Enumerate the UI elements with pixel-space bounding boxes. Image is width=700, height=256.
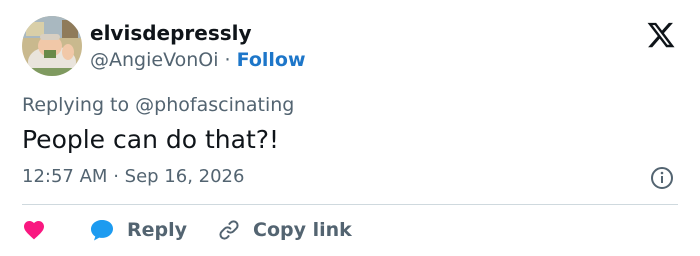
- follow-button[interactable]: Follow: [237, 49, 306, 71]
- reply-label: Reply: [127, 219, 188, 241]
- copy-link-label: Copy link: [253, 219, 352, 241]
- reply-button[interactable]: Reply: [89, 218, 187, 242]
- display-name[interactable]: elvisdepressly: [90, 20, 252, 46]
- tweet-card: elvisdepressly @AngieVonOi · Follow Repl…: [0, 0, 700, 256]
- action-bar: Reply Copy link: [22, 214, 352, 246]
- timestamp[interactable]: 12:57 AM · Sep 16, 2026: [22, 164, 244, 190]
- handle-separator: ·: [224, 49, 231, 71]
- like-button[interactable]: [22, 218, 46, 242]
- timestamp-separator: ·: [113, 166, 119, 187]
- copy-link-button[interactable]: Copy link: [217, 218, 352, 242]
- avatar-image: [22, 16, 82, 76]
- x-logo-icon[interactable]: [646, 20, 676, 50]
- avatar[interactable]: [22, 16, 82, 76]
- tweet-time: 12:57 AM: [22, 166, 108, 187]
- reply-context: Replying to @phofascinating: [22, 92, 294, 118]
- link-icon: [219, 220, 239, 240]
- heart-icon: [24, 221, 44, 240]
- tweet-date: Sep 16, 2026: [124, 166, 245, 187]
- info-icon[interactable]: [650, 166, 674, 190]
- divider: [22, 204, 678, 205]
- reply-prefix: Replying to: [22, 94, 130, 116]
- speech-bubble-icon: [91, 220, 113, 241]
- reply-to-handle[interactable]: @phofascinating: [135, 94, 294, 116]
- author-line: @AngieVonOi · Follow: [90, 47, 306, 73]
- user-handle[interactable]: @AngieVonOi: [90, 49, 219, 71]
- tweet-text: People can do that?!: [22, 125, 280, 154]
